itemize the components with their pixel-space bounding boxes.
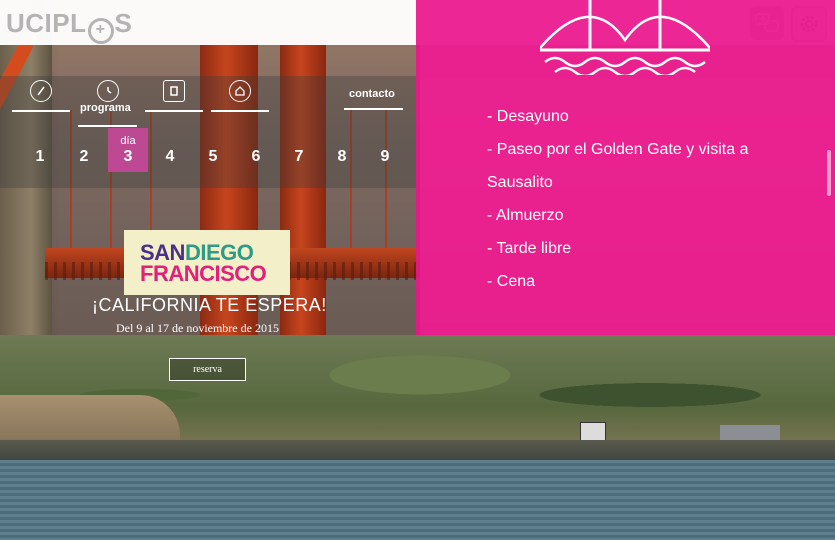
itinerary-list: - Desayuno - Paseo por el Golden Gate y … — [487, 100, 807, 298]
nav-item-programa[interactable] — [79, 80, 137, 102]
day-3[interactable]: 3 — [116, 148, 140, 166]
reserve-button[interactable]: reserva — [169, 358, 246, 381]
day-label: día — [120, 135, 136, 147]
nav-label-programa[interactable]: programa — [80, 102, 131, 114]
badge-title-line2: FRANCISCO — [140, 261, 267, 286]
golden-gate-icon — [540, 0, 710, 75]
nav-underline — [211, 110, 269, 112]
logo-plus-icon: + — [87, 18, 114, 44]
day-5[interactable]: 5 — [201, 148, 225, 166]
list-item: - Paseo por el Golden Gate y visita a — [487, 141, 749, 158]
compass-icon — [30, 80, 52, 102]
day-6[interactable]: 6 — [244, 148, 268, 166]
day-4[interactable]: 4 — [158, 148, 182, 166]
clock-icon — [97, 80, 119, 102]
list-item: - Desayuno — [487, 108, 569, 125]
logo-text-left: UCIPL — [6, 8, 87, 38]
tagline: ¡CALIFORNIA TE ESPERA! — [92, 295, 327, 315]
list-item: - Cena — [487, 273, 536, 290]
nav-underline — [344, 108, 403, 110]
day-9[interactable]: 9 — [373, 148, 397, 166]
nav-item-home[interactable] — [211, 80, 269, 112]
day-7[interactable]: 7 — [287, 148, 311, 166]
day-8[interactable]: 8 — [330, 148, 354, 166]
nav-label-contacto[interactable]: contacto — [349, 88, 395, 100]
day-1[interactable]: 1 — [28, 148, 52, 166]
list-item: - Tarde libre — [487, 240, 572, 257]
home-icon — [229, 80, 251, 102]
day-2[interactable]: 2 — [72, 148, 96, 166]
water — [0, 460, 835, 540]
nav-underline — [145, 110, 203, 112]
nav-underline-active — [78, 125, 137, 127]
list-item: - Almuerzo — [487, 207, 564, 224]
nav-item-explore[interactable] — [12, 80, 70, 112]
logo-text-right: S — [114, 8, 133, 38]
scrollbar[interactable] — [827, 150, 831, 196]
logo[interactable]: UCIPL + S — [6, 8, 133, 44]
shoreline — [0, 440, 835, 462]
hotel-icon — [163, 80, 185, 102]
list-item: Sausalito — [487, 174, 553, 191]
nav-item-hotel[interactable] — [145, 80, 203, 112]
nav-underline — [12, 110, 70, 112]
event-dates: Del 9 al 17 de noviembre de 2015 — [116, 321, 279, 335]
